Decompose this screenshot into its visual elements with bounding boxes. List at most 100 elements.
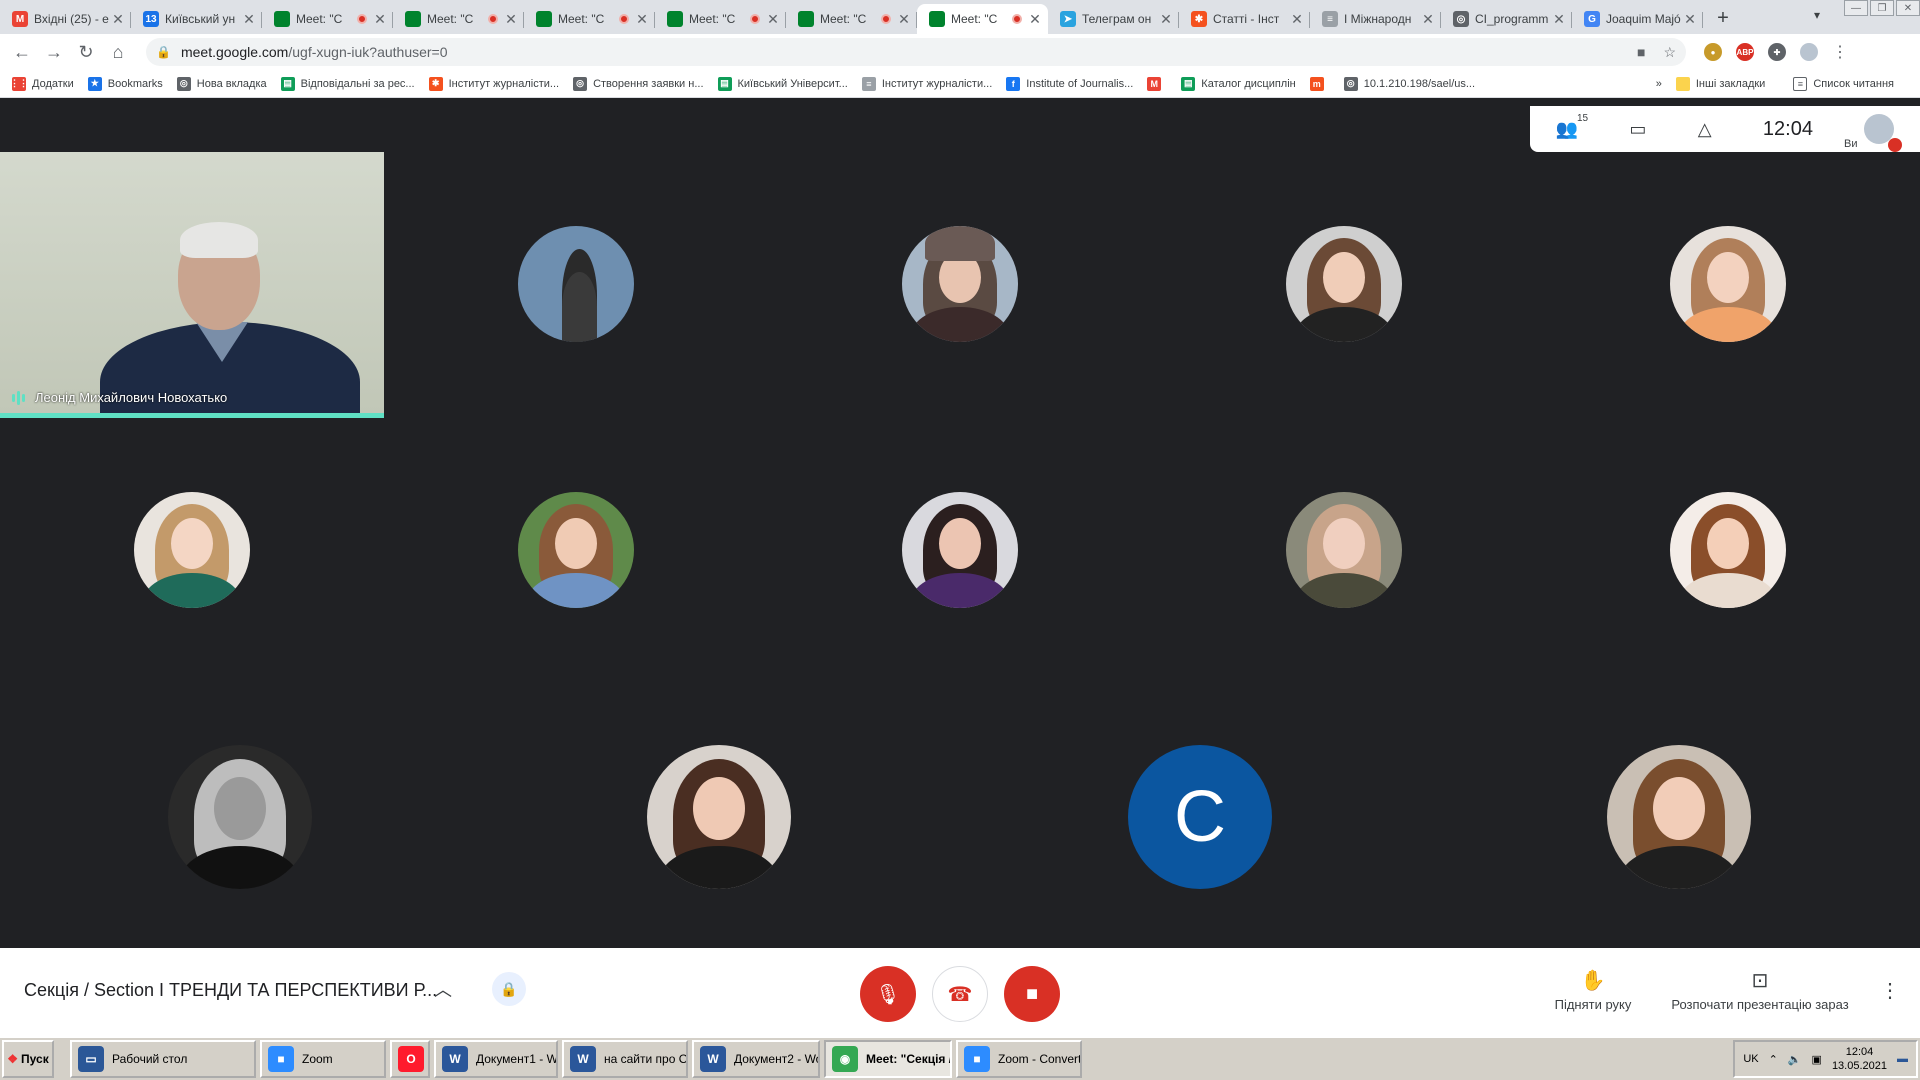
bookmark-item[interactable]: ▤ Відповідальні за рес... [280,76,415,91]
browser-tab[interactable]: Meet: "С ✕ [917,4,1048,34]
participant-avatar[interactable] [518,492,634,608]
present-now-button[interactable]: ⊡ Розпочати презентацію зараз [1660,968,1860,1012]
participant-avatar[interactable] [134,492,250,608]
close-tab-icon[interactable]: ✕ [1290,11,1304,28]
profile-avatar[interactable] [1800,43,1818,61]
raise-hand-button[interactable]: ✋ Підняти руку [1548,968,1638,1012]
browser-tab[interactable]: 13 Київський ун ✕ [131,4,262,34]
extension-icon[interactable]: ● [1704,43,1722,61]
bookmark-item[interactable]: f Institute of Journalis... [1006,76,1133,91]
restore-button[interactable]: ❐ [1870,0,1894,16]
close-tab-icon[interactable]: ✕ [1683,11,1697,28]
bookmark-item[interactable]: ◎ 10.1.210.198/sael/us... [1343,76,1475,91]
participant-avatar[interactable] [647,745,791,889]
browser-tab[interactable]: ◎ CI_programm ✕ [1441,4,1572,34]
close-tab-icon[interactable]: ✕ [766,11,780,28]
bookmark-item[interactable]: ▤ Каталог дисциплін [1181,76,1296,91]
close-tab-icon[interactable]: ✕ [1028,11,1042,28]
camera-in-use-icon[interactable]: ■ [1637,44,1645,61]
menu-icon[interactable]: ⋮ [1832,42,1848,62]
close-tab-icon[interactable]: ✕ [373,11,387,28]
bookmark-item[interactable]: ≡ Інститут журналісти... [861,76,992,91]
more-options-icon[interactable]: ⋮ [1880,978,1900,1003]
taskbar-item[interactable]: W Документ2 - Word [692,1040,820,1078]
language-indicator[interactable]: UK [1743,1053,1758,1065]
address-bar[interactable]: 🔒 meet.google.com/ugf-xugn-iuk?authuser=… [146,38,1686,66]
participant-avatar[interactable] [1286,492,1402,608]
close-tab-icon[interactable]: ✕ [504,11,518,28]
camera-toggle-button[interactable]: ■ [1004,966,1060,1022]
participant-letter-avatar[interactable]: C [1128,745,1272,889]
show-desktop-icon[interactable]: ▬ [1897,1053,1908,1065]
leave-call-button[interactable]: ☎ [932,966,988,1022]
taskbar-item[interactable]: W Документ1 - Word [434,1040,558,1078]
host-controls-shield-icon[interactable]: 🔒 [492,972,526,1006]
close-window-button[interactable]: ✕ [1896,0,1920,16]
browser-tab[interactable]: Meet: "С ✕ [655,4,786,34]
microphone-toggle-button[interactable]: 🎙 [860,966,916,1022]
taskbar-item[interactable]: ■ Zoom - Converting th... [956,1040,1082,1078]
close-tab-icon[interactable]: ✕ [1552,11,1566,28]
bookmark-item[interactable]: ✱ Інститут журналісти... [428,76,559,91]
close-tab-icon[interactable]: ✕ [111,11,125,28]
reading-list[interactable]: ≡ Список читання [1793,76,1894,91]
close-tab-icon[interactable]: ✕ [1421,11,1435,28]
browser-tab[interactable]: ➤ Телеграм он ✕ [1048,4,1179,34]
tray-expand-icon[interactable]: ⌃ [1769,1053,1778,1066]
activities-button[interactable]: △ [1698,119,1712,140]
bookmark-item[interactable]: ▤ Київський Університ... [717,76,848,91]
back-button[interactable]: ← [8,38,36,66]
browser-tab[interactable]: ≡ І Міжнародн ✕ [1310,4,1441,34]
browser-tab[interactable]: Meet: "С ✕ [262,4,393,34]
reload-button[interactable]: ↻ [72,38,100,66]
close-tab-icon[interactable]: ✕ [1159,11,1173,28]
tray-clock[interactable]: 12:04 13.05.2021 [1832,1045,1887,1073]
taskbar-item[interactable]: O [390,1040,430,1078]
taskbar-item[interactable]: ■ Zoom [260,1040,386,1078]
bookmark-item[interactable]: M [1147,76,1167,91]
browser-tab[interactable]: Meet: "С ✕ [393,4,524,34]
forward-button[interactable]: → [40,38,68,66]
bookmark-item[interactable]: ◎ Нова вкладка [176,76,267,91]
taskbar-item[interactable]: ◉ Meet: "Секція / Se... [824,1040,952,1078]
speaker-tile[interactable]: Леонід Михайлович Новохатько [0,152,384,418]
other-bookmarks[interactable]: Інші закладки [1675,76,1765,91]
bookmark-item[interactable]: ◎ Створення заявки н... [573,76,704,91]
volume-icon[interactable]: 🔈 [1788,1053,1802,1066]
close-tab-icon[interactable]: ✕ [242,11,256,28]
taskbar-item[interactable]: ▭ Рабочий стол [70,1040,256,1078]
meeting-title[interactable]: Секція / Section I ТРЕНДИ ТА ПЕРСПЕКТИВИ… [24,980,437,1001]
puzzle-icon[interactable]: ✚ [1768,43,1786,61]
participant-avatar[interactable] [902,492,1018,608]
bookmark-item[interactable]: ★ Bookmarks [87,76,163,91]
participant-avatar[interactable] [168,745,312,889]
close-tab-icon[interactable]: ✕ [897,11,911,28]
adblock-icon[interactable]: ABP [1736,43,1754,61]
browser-tab[interactable]: Meet: "С ✕ [524,4,655,34]
minimize-button[interactable]: — [1844,0,1868,16]
bookmarks-overflow[interactable]: » [1656,78,1662,90]
bookmark-item[interactable]: ⋮⋮ Додатки [10,76,74,91]
home-button[interactable]: ⌂ [104,38,132,66]
bookmark-item[interactable]: m [1309,76,1330,91]
close-tab-icon[interactable]: ✕ [635,11,649,28]
chevron-up-icon[interactable]: ︿ [434,976,452,1002]
browser-tab[interactable]: Meet: "С ✕ [786,4,917,34]
participant-avatar[interactable] [1286,226,1402,342]
browser-tab[interactable]: M Вхідні (25) - e ✕ [0,4,131,34]
participants-button[interactable]: 👥 15 [1556,113,1588,140]
self-avatar[interactable] [1864,114,1903,152]
participant-avatar[interactable] [1670,492,1786,608]
participant-avatar[interactable] [1670,226,1786,342]
participant-avatar[interactable] [902,226,1018,342]
participant-avatar[interactable] [1607,745,1751,889]
tab-search-icon[interactable]: ▾ [1814,8,1820,22]
new-tab-button[interactable]: + [1709,4,1737,32]
browser-tab[interactable]: ✱ Статті - Інст ✕ [1179,4,1310,34]
start-button[interactable]: ❖ Пуск [2,1040,54,1078]
taskbar-item[interactable]: Wна сайти про ОПП - ... [562,1040,688,1078]
chat-button[interactable]: ▭ [1629,119,1646,140]
bookmark-star-icon[interactable]: ☆ [1663,44,1676,61]
participant-avatar[interactable] [518,226,634,342]
lock-icon[interactable]: 🔒 [156,45,171,59]
